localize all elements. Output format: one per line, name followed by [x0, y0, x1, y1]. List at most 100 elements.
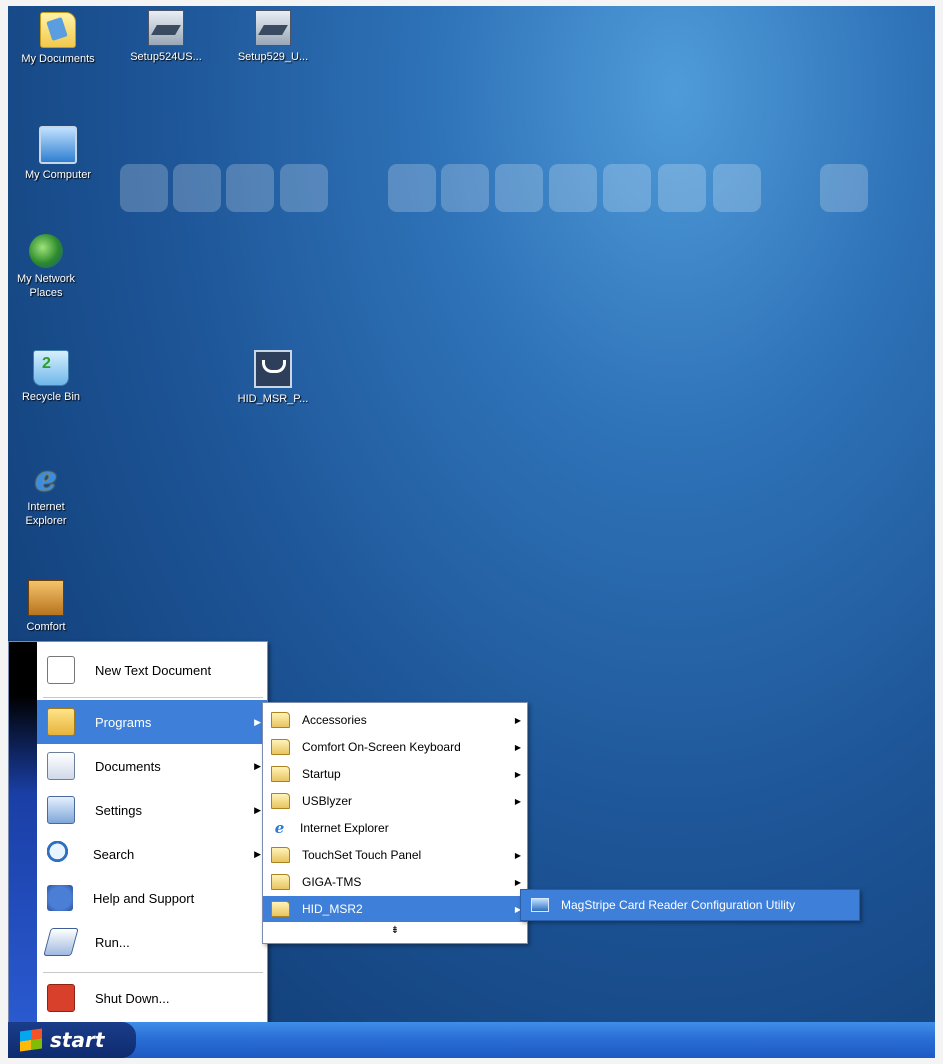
submenu-arrow-icon: ▶	[514, 769, 521, 779]
folder-icon	[271, 874, 290, 890]
programs-item-accessories[interactable]: Accessories ▶	[263, 707, 527, 733]
menu-expand-chevron-icon[interactable]: ⇟	[263, 919, 527, 943]
wallpaper-square	[549, 164, 597, 212]
submenu-arrow-icon: ▶	[514, 877, 521, 887]
setup-icon	[148, 10, 184, 46]
menu-item-label: Programs	[95, 714, 152, 730]
desktop-icon-setup524[interactable]: Setup524US...	[116, 10, 216, 64]
desktop-icon-my-computer[interactable]: My Computer	[8, 126, 108, 182]
windows-logo-icon	[20, 1028, 42, 1052]
start-menu-side-stripe	[9, 642, 37, 1023]
programs-item-comfort-keyboard[interactable]: Comfort On-Screen Keyboard ▶	[263, 734, 527, 760]
desktop-icon-label: Setup529_U...	[237, 51, 309, 63]
hid-msr2-submenu-item-magstripe-utility[interactable]: MagStripe Card Reader Configuration Util…	[520, 889, 860, 921]
desktop-icon-label: My Network Places	[16, 273, 76, 299]
menu-item-label: Internet Explorer	[300, 821, 389, 835]
recycle-bin-icon	[33, 350, 69, 386]
menu-item-label: MagStripe Card Reader Configuration Util…	[561, 898, 796, 912]
wallpaper-square	[173, 164, 221, 212]
submenu-arrow-icon: ▶	[514, 796, 521, 806]
menu-item-label: Accessories	[302, 713, 367, 727]
desktop-icon-label: Comfort	[26, 621, 66, 633]
programs-item-startup[interactable]: Startup ▶	[263, 761, 527, 787]
wallpaper-square	[226, 164, 274, 212]
wallpaper-square	[713, 164, 761, 212]
search-icon	[47, 841, 73, 867]
submenu-arrow-icon: ▶	[254, 716, 261, 727]
start-menu-item-run[interactable]: Run...	[37, 920, 267, 964]
start-menu: New Text Document Programs ▶ Documents ▶…	[8, 641, 268, 1024]
menu-item-label: USBlyzer	[302, 794, 353, 808]
folder-icon	[271, 793, 290, 809]
menu-item-label: Documents	[95, 758, 161, 774]
desktop-icon-comfort[interactable]: Comfort	[8, 580, 84, 634]
menu-item-label: New Text Document	[95, 662, 212, 678]
start-menu-item-search[interactable]: Search ▶	[37, 832, 267, 876]
menu-item-label: Shut Down...	[95, 990, 170, 1006]
start-menu-item-help-and-support[interactable]: Help and Support	[37, 876, 267, 920]
desktop-icon-setup529[interactable]: Setup529_U...	[223, 10, 323, 64]
start-menu-item-shut-down[interactable]: Shut Down...	[37, 976, 267, 1020]
shutdown-icon	[47, 984, 75, 1012]
settings-icon	[47, 796, 75, 824]
programs-item-giga-tms[interactable]: GIGA-TMS ▶	[263, 869, 527, 895]
menu-item-label: HID_MSR2	[302, 902, 363, 916]
taskbar: start	[8, 1022, 935, 1058]
folder-icon	[271, 712, 290, 728]
folder-icon	[271, 739, 290, 755]
start-menu-item-documents[interactable]: Documents ▶	[37, 744, 267, 788]
folder-icon	[271, 766, 290, 782]
desktop: My Documents Setup524US... Setup529_U...…	[8, 6, 935, 1058]
start-menu-item-settings[interactable]: Settings ▶	[37, 788, 267, 832]
documents-icon	[47, 752, 75, 780]
menu-item-label: TouchSet Touch Panel	[302, 848, 422, 862]
folder-icon	[271, 847, 290, 863]
desktop-icon-hid-msr[interactable]: HID_MSR_P...	[223, 350, 323, 406]
menu-item-label: Run...	[95, 934, 130, 950]
wallpaper-square	[495, 164, 543, 212]
menu-separator	[43, 972, 263, 973]
desktop-icon-network-places[interactable]: My Network Places	[8, 234, 84, 300]
menu-item-label: Help and Support	[93, 890, 195, 906]
programs-item-usblyzer[interactable]: USBlyzer ▶	[263, 788, 527, 814]
start-menu-item-new-text-document[interactable]: New Text Document	[37, 648, 267, 692]
wallpaper-square	[441, 164, 489, 212]
folder-icon	[271, 901, 290, 917]
run-icon	[43, 928, 79, 956]
start-button[interactable]: start	[8, 1022, 136, 1058]
desktop-icon-label: My Computer	[24, 169, 92, 181]
hid-msr-icon	[254, 350, 292, 388]
wallpaper-square	[280, 164, 328, 212]
start-menu-item-programs[interactable]: Programs ▶	[37, 700, 267, 744]
desktop-icon-my-documents[interactable]: My Documents	[8, 12, 108, 66]
network-places-icon	[29, 234, 63, 268]
wallpaper-square	[120, 164, 168, 212]
utility-icon	[531, 898, 549, 912]
submenu-arrow-icon: ▶	[514, 850, 521, 860]
menu-item-label: Startup	[302, 767, 341, 781]
start-button-label: start	[50, 1028, 105, 1052]
comfort-keyboard-icon	[28, 580, 64, 616]
desktop-icon-label: HID_MSR_P...	[237, 393, 309, 405]
desktop-icon-label: Internet Explorer	[25, 501, 67, 527]
submenu-arrow-icon: ▶	[254, 804, 261, 815]
internet-explorer-icon: e	[274, 819, 285, 837]
desktop-icon-internet-explorer[interactable]: e Internet Explorer	[8, 462, 84, 528]
programs-folder-icon	[47, 708, 75, 736]
programs-item-touchset[interactable]: TouchSet Touch Panel ▶	[263, 842, 527, 868]
desktop-icon-label: My Documents	[21, 53, 95, 65]
wallpaper-square	[388, 164, 436, 212]
submenu-arrow-icon: ▶	[514, 715, 521, 725]
setup-icon	[255, 10, 291, 46]
desktop-icon-label: Setup524US...	[130, 51, 202, 63]
my-documents-icon	[40, 12, 76, 48]
wallpaper-square	[658, 164, 706, 212]
submenu-arrow-icon: ▶	[514, 742, 521, 752]
desktop-icon-label: Recycle Bin	[21, 391, 81, 403]
menu-item-label: Settings	[95, 802, 142, 818]
desktop-icon-recycle-bin[interactable]: Recycle Bin	[8, 350, 94, 404]
programs-item-internet-explorer[interactable]: e Internet Explorer	[263, 815, 527, 841]
wallpaper-square	[820, 164, 868, 212]
internet-explorer-icon: e	[35, 459, 57, 499]
menu-item-label: Comfort On-Screen Keyboard	[302, 740, 461, 754]
